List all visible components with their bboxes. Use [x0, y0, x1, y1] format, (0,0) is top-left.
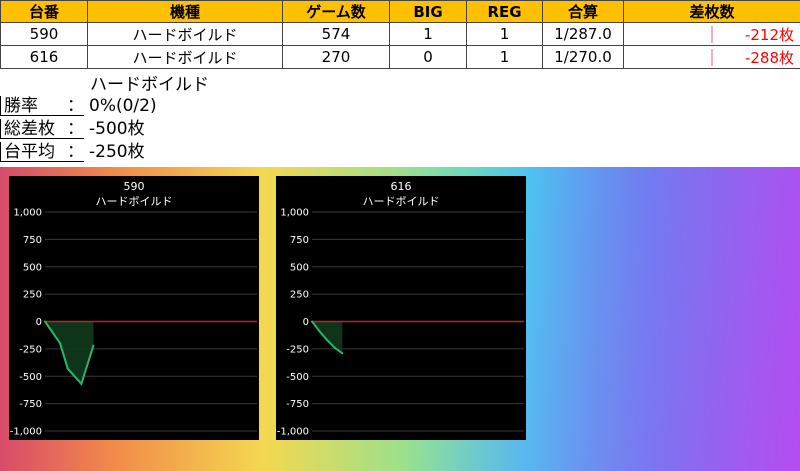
data-point	[80, 382, 83, 385]
header-model[interactable]: 機種	[87, 0, 283, 23]
y-tick-label: 250	[290, 290, 309, 301]
y-tick-label: 0	[36, 317, 42, 328]
summary-label-box: 勝率 ：	[0, 96, 84, 116]
summary-colon: ：	[67, 119, 84, 139]
summary-colon: ：	[67, 142, 84, 162]
summary-colon: ：	[67, 96, 84, 116]
header-no[interactable]: 台番	[0, 0, 88, 23]
y-tick-label: -1,000	[10, 427, 42, 438]
header-combined[interactable]: 合算	[542, 0, 624, 23]
chart-616: 616 ハードボイルド 1,000 750 500 250 0 -250 -500 -750-…	[276, 176, 526, 440]
diff-bar	[711, 26, 713, 43]
summary-value: 0%(0/2)	[89, 96, 157, 116]
cell-diff: -212枚	[623, 22, 800, 46]
data-point	[44, 320, 46, 323]
y-tick-label: 500	[23, 262, 42, 273]
data-point	[92, 344, 95, 347]
cell-combined: 1/270.0	[542, 45, 624, 69]
header-games[interactable]: ゲーム数	[282, 0, 390, 23]
chart-plot: 1,000 750 500 250 0 -250 -500 -750 -1,000	[277, 208, 524, 438]
cell-no: 590	[0, 22, 88, 46]
cell-no: 616	[0, 45, 88, 69]
diff-bar	[711, 49, 713, 66]
table-row: 616 ハードボイルド 270 0 1 1/270.0 -288枚	[0, 45, 800, 69]
cell-combined: 1/287.0	[542, 22, 624, 46]
y-tick-label: 500	[290, 262, 309, 273]
data-point	[66, 367, 69, 370]
cell-model: ハードボイルド	[87, 45, 283, 69]
table-header-row: 台番 機種 ゲーム数 BIG REG 合算 差枚数	[0, 0, 800, 23]
y-tick-label: -750	[286, 399, 309, 410]
summary-label-box: 総差枚 ：	[0, 119, 84, 139]
chart-590: 590 ハードボイルド 1,000 750 500 250 0 -250 -500 -750-…	[9, 176, 259, 440]
data-table: 台番 機種 ゲーム数 BIG REG 合算 差枚数 590 ハードボイルド 57…	[0, 0, 800, 69]
y-tick-label: -250	[286, 344, 309, 355]
y-tick-label: 250	[23, 290, 42, 301]
header-big[interactable]: BIG	[389, 0, 467, 23]
cell-games: 270	[282, 45, 390, 69]
cell-big: 1	[389, 22, 467, 46]
cell-diff: -288枚	[623, 45, 800, 69]
data-point	[326, 339, 329, 342]
summary-title: ハードボイルド	[90, 75, 209, 95]
chart-plot: 1,000 750 500 250 0 -250 -500 -750 -1,000	[10, 208, 257, 438]
data-point	[59, 342, 62, 345]
y-tick-label: -750	[19, 399, 42, 410]
y-tick-label: 1,000	[13, 208, 42, 219]
summary-value: -250枚	[89, 142, 145, 162]
y-tick-label: -1,000	[277, 427, 309, 438]
header-diff[interactable]: 差枚数	[623, 0, 800, 23]
diff-value: -212枚	[744, 25, 794, 44]
data-point	[311, 320, 313, 323]
y-tick-label: -500	[19, 372, 42, 383]
y-tick-label: 750	[290, 235, 309, 246]
summary-label: 台平均	[4, 142, 55, 162]
data-point	[333, 346, 336, 349]
y-tick-label: 1,000	[280, 208, 309, 219]
y-tick-label: 0	[303, 317, 309, 328]
cell-model: ハードボイルド	[87, 22, 283, 46]
diff-value: -288枚	[744, 48, 794, 67]
summary-label-box: 台平均 ：	[0, 142, 84, 162]
summary-label: 勝率	[4, 96, 38, 116]
data-point	[318, 330, 321, 333]
cell-reg: 1	[466, 22, 543, 46]
cell-games: 574	[282, 22, 390, 46]
summary-value: -500枚	[89, 119, 145, 139]
y-tick-label: -500	[286, 372, 309, 383]
data-point	[341, 352, 344, 355]
cell-reg: 1	[466, 45, 543, 69]
y-tick-label: 750	[23, 235, 42, 246]
summary-label: 総差枚	[4, 119, 55, 139]
cell-big: 0	[389, 45, 467, 69]
y-tick-label: -250	[19, 344, 42, 355]
header-reg[interactable]: REG	[466, 0, 543, 23]
table-row: 590 ハードボイルド 574 1 1 1/287.0 -212枚	[0, 22, 800, 46]
